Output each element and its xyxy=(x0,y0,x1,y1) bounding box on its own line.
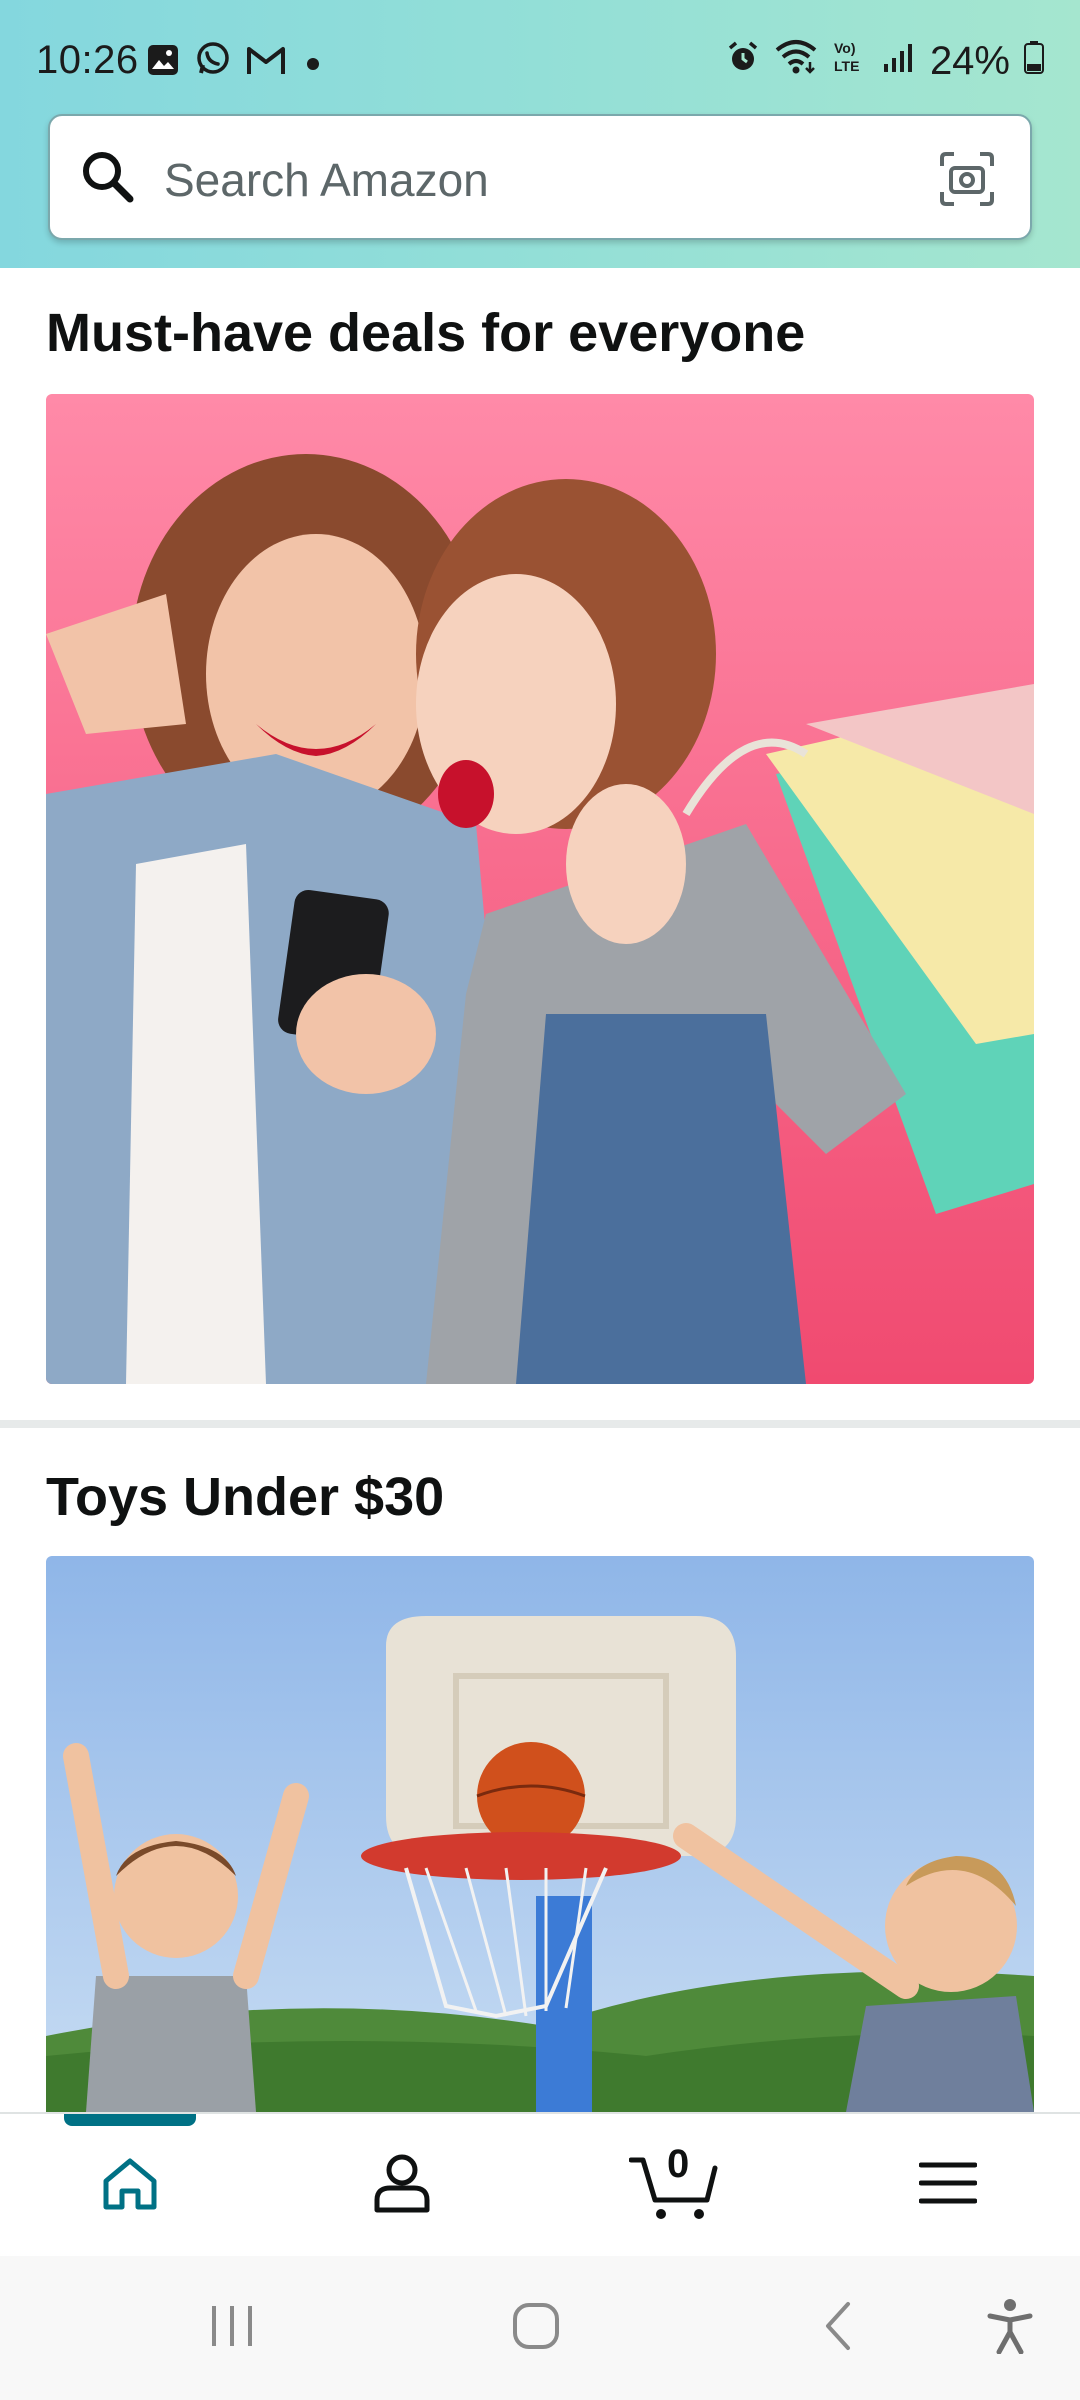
toys-image[interactable] xyxy=(46,1556,1034,2112)
recents-button[interactable] xyxy=(172,2256,292,2400)
nav-home[interactable] xyxy=(30,2114,230,2256)
home-circle-icon xyxy=(511,2301,561,2356)
cart-icon: 0 xyxy=(628,2142,719,2222)
bottom-nav: 0 xyxy=(0,2112,1080,2258)
camera-scan-icon[interactable] xyxy=(938,150,996,213)
signal-icon xyxy=(882,39,916,84)
volte-icon: Vo) LTE xyxy=(832,38,868,84)
system-status: Vo) LTE 24% xyxy=(726,38,1044,84)
system-nav-bar xyxy=(0,2256,1080,2400)
notification-icons xyxy=(146,40,326,88)
whatsapp-icon xyxy=(194,40,232,88)
home-icon xyxy=(100,2155,160,2216)
account-icon xyxy=(372,2152,432,2219)
svg-text:LTE: LTE xyxy=(834,58,859,74)
search-icon[interactable] xyxy=(80,149,136,210)
nav-menu[interactable] xyxy=(848,2114,1048,2256)
recents-icon xyxy=(208,2302,256,2355)
header: 10:26 Vo) LTE 24% Search Amazon xyxy=(0,0,1080,268)
search-input[interactable] xyxy=(162,140,946,220)
dot-icon xyxy=(300,42,326,87)
wifi-icon xyxy=(774,38,818,84)
gmail-icon xyxy=(246,42,286,87)
home-system-button[interactable] xyxy=(476,2256,596,2400)
status-time: 10:26 xyxy=(36,38,139,82)
section-divider xyxy=(0,1420,1080,1428)
cart-count: 0 xyxy=(667,2142,690,2186)
gallery-icon xyxy=(146,42,180,87)
nav-cart[interactable]: 0 xyxy=(574,2114,774,2256)
status-bar: 10:26 Vo) LTE 24% xyxy=(0,0,1080,118)
svg-text:Vo): Vo) xyxy=(834,40,856,56)
nav-account[interactable] xyxy=(302,2114,502,2256)
menu-icon xyxy=(918,2161,978,2210)
alarm-icon xyxy=(726,39,760,84)
section-title-deals: Must-have deals for everyone xyxy=(46,303,806,363)
section-title-toys: Toys Under $30 xyxy=(46,1467,445,1527)
back-button[interactable] xyxy=(778,2256,898,2400)
accessibility-icon xyxy=(987,2298,1033,2359)
deals-image[interactable] xyxy=(46,394,1034,1384)
search-bar[interactable] xyxy=(48,114,1032,240)
battery-icon xyxy=(1024,39,1044,84)
battery-percent: 24% xyxy=(929,38,1010,83)
back-icon xyxy=(818,2300,858,2357)
accessibility-button[interactable] xyxy=(950,2256,1070,2400)
